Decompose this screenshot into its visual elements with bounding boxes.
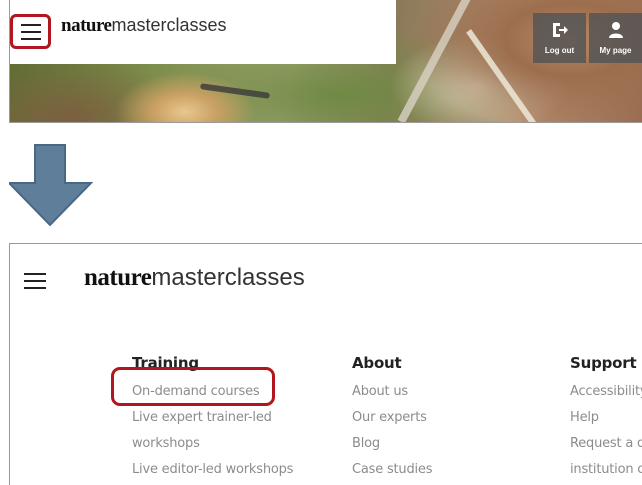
nav-link-case-studies[interactable]: Case studies — [352, 457, 432, 483]
nav-link-live-expert-workshops[interactable]: Live expert trainer-led — [132, 405, 293, 431]
my-page-button[interactable]: My page — [589, 13, 642, 63]
logout-label: Log out — [544, 46, 575, 55]
nav-link-live-expert-workshops-cont[interactable]: workshops — [132, 431, 293, 457]
nav-link-help[interactable]: Help — [570, 405, 642, 431]
photo-stem — [466, 29, 540, 122]
nav-heading-support: Support — [570, 354, 637, 372]
logout-button[interactable]: Log out — [533, 13, 586, 63]
nav-link-accessibility[interactable]: Accessibility — [570, 379, 642, 405]
expanded-menu-screenshot: naturemasterclasses Training On-demand c… — [9, 243, 642, 485]
down-arrow-icon — [6, 143, 94, 232]
nav-link-request-quote[interactable]: Request a q — [570, 431, 642, 457]
my-page-label: My page — [599, 46, 632, 55]
nav-heading-about: About — [352, 354, 402, 372]
logo-light-text: masterclasses — [111, 15, 227, 35]
logo-bold-text: nature — [84, 264, 152, 291]
site-logo[interactable]: naturemasterclasses — [61, 15, 227, 37]
nav-column-about: About About us Our experts Blog Case stu… — [352, 354, 432, 483]
nav-link-institution[interactable]: institution c — [570, 457, 642, 483]
menu-highlight-box — [10, 14, 51, 49]
person-icon — [589, 20, 642, 42]
nav-link-about-us[interactable]: About us — [352, 379, 432, 405]
hamburger-menu-icon[interactable] — [24, 273, 46, 289]
photo-hair-band — [199, 83, 271, 99]
logout-icon — [533, 20, 586, 42]
user-buttons: Log out My page — [533, 13, 642, 63]
nav-link-blog[interactable]: Blog — [352, 431, 432, 457]
header-screenshot: naturemasterclasses Log out My page — [9, 0, 642, 123]
nav-link-live-editor-workshops[interactable]: Live editor-led workshops — [132, 457, 293, 483]
logo-bold-text: nature — [61, 15, 112, 36]
nav-column-support: Support Accessibility Help Request a q i… — [570, 354, 642, 483]
logo-bar: naturemasterclasses — [10, 0, 396, 64]
photo-stem — [397, 0, 471, 122]
nav-link-our-experts[interactable]: Our experts — [352, 405, 432, 431]
logo-light-text: masterclasses — [151, 264, 305, 291]
on-demand-highlight-box — [111, 367, 275, 406]
site-logo[interactable]: naturemasterclasses — [84, 263, 305, 292]
